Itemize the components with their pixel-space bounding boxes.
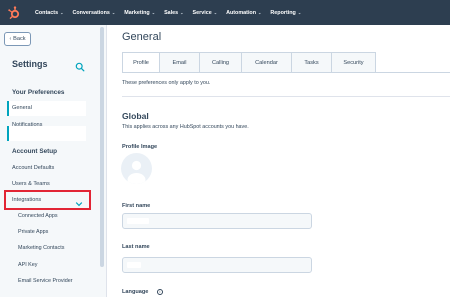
chevron-left-icon: ‹ bbox=[9, 36, 12, 42]
global-section-subtitle: This applies across any HubSpot accounts… bbox=[122, 124, 249, 130]
back-button[interactable]: ‹ Back bbox=[4, 32, 31, 46]
first-name-field[interactable] bbox=[122, 213, 312, 229]
redacted-value bbox=[127, 218, 149, 224]
sidebar-item-users-teams[interactable]: Users & Teams bbox=[12, 181, 50, 187]
tab-calling[interactable]: Calling bbox=[200, 52, 242, 73]
sidebar-subitem-marketing-contacts[interactable]: Marketing Contacts bbox=[18, 245, 64, 251]
last-name-label: Last name bbox=[122, 244, 150, 250]
avatar[interactable] bbox=[121, 153, 152, 184]
sidebar-scrollbar[interactable] bbox=[100, 27, 104, 267]
tab-bar: Profile Email Calling Calendar Tasks Sec… bbox=[122, 52, 376, 73]
section-heading-your-preferences: Your Preferences bbox=[12, 89, 65, 96]
chevron-down-icon: ⌄ bbox=[297, 10, 302, 15]
sidebar-title: Settings bbox=[12, 59, 48, 69]
section-divider bbox=[122, 96, 450, 97]
language-label: Language bbox=[122, 289, 149, 295]
chevron-down-icon: ⌄ bbox=[60, 10, 64, 15]
sidebar-item-notifications[interactable]: Notifications bbox=[12, 122, 42, 128]
tab-profile[interactable]: Profile bbox=[122, 52, 160, 73]
nav-marketing[interactable]: Marketing ⌄ bbox=[124, 10, 155, 16]
section-heading-account-setup: Account Setup bbox=[12, 148, 58, 155]
chevron-down-icon: ⌄ bbox=[151, 10, 156, 15]
tab-security[interactable]: Security bbox=[332, 52, 376, 73]
chevron-down-icon: ⌄ bbox=[213, 10, 218, 15]
chevron-down-icon[interactable] bbox=[75, 195, 83, 207]
chevron-down-icon: ⌄ bbox=[111, 10, 116, 15]
sidebar-subitem-email-service-provider[interactable]: Email Service Provider bbox=[18, 278, 73, 284]
profile-image-label: Profile Image bbox=[122, 144, 158, 150]
sidebar-item-account-defaults[interactable]: Account Defaults bbox=[12, 165, 54, 171]
tab-email[interactable]: Email bbox=[160, 52, 200, 73]
nav-contacts[interactable]: Contacts ⌄ bbox=[35, 10, 63, 16]
first-name-label: First name bbox=[122, 203, 151, 209]
sidebar-item-general-active[interactable]: General bbox=[12, 105, 32, 111]
nav-conversations[interactable]: Conversations ⌄ bbox=[72, 10, 115, 16]
nav-reporting[interactable]: Reporting ⌄ bbox=[270, 10, 301, 16]
hubspot-sprocket-icon[interactable] bbox=[7, 5, 21, 20]
sidebar-subitem-connected-apps[interactable]: Connected Apps bbox=[18, 213, 58, 219]
nav-automation[interactable]: Automation ⌄ bbox=[226, 10, 261, 16]
main-content: General Profile Email Calling Calendar T… bbox=[108, 25, 450, 297]
redacted-value bbox=[127, 262, 141, 268]
info-icon[interactable]: i bbox=[157, 289, 163, 295]
sidebar-subitem-private-apps[interactable]: Private Apps bbox=[18, 229, 48, 235]
top-navigation-bar: Contacts ⌄ Conversations ⌄ Marketing ⌄ Sale… bbox=[0, 0, 450, 25]
tab-calendar[interactable]: Calendar bbox=[242, 52, 292, 73]
search-icon[interactable] bbox=[75, 59, 85, 72]
last-name-field[interactable] bbox=[122, 257, 312, 273]
tab-tasks[interactable]: Tasks bbox=[292, 52, 332, 73]
chevron-down-icon: ⌄ bbox=[258, 10, 262, 15]
preferences-note: These preferences only apply to you. bbox=[122, 80, 211, 86]
sidebar-subitem-api-key[interactable]: API Key bbox=[18, 262, 37, 268]
nav-service[interactable]: Service ⌄ bbox=[193, 10, 218, 16]
global-section-title: Global bbox=[122, 111, 149, 121]
tab-underline bbox=[122, 72, 450, 73]
chevron-down-icon: ⌄ bbox=[180, 10, 184, 15]
page-title: General bbox=[122, 31, 162, 43]
settings-sidebar: ‹ Back Settings Your Preferences General… bbox=[0, 25, 107, 297]
nav-sales[interactable]: Sales ⌄ bbox=[164, 10, 183, 16]
active-indicator bbox=[7, 126, 86, 141]
